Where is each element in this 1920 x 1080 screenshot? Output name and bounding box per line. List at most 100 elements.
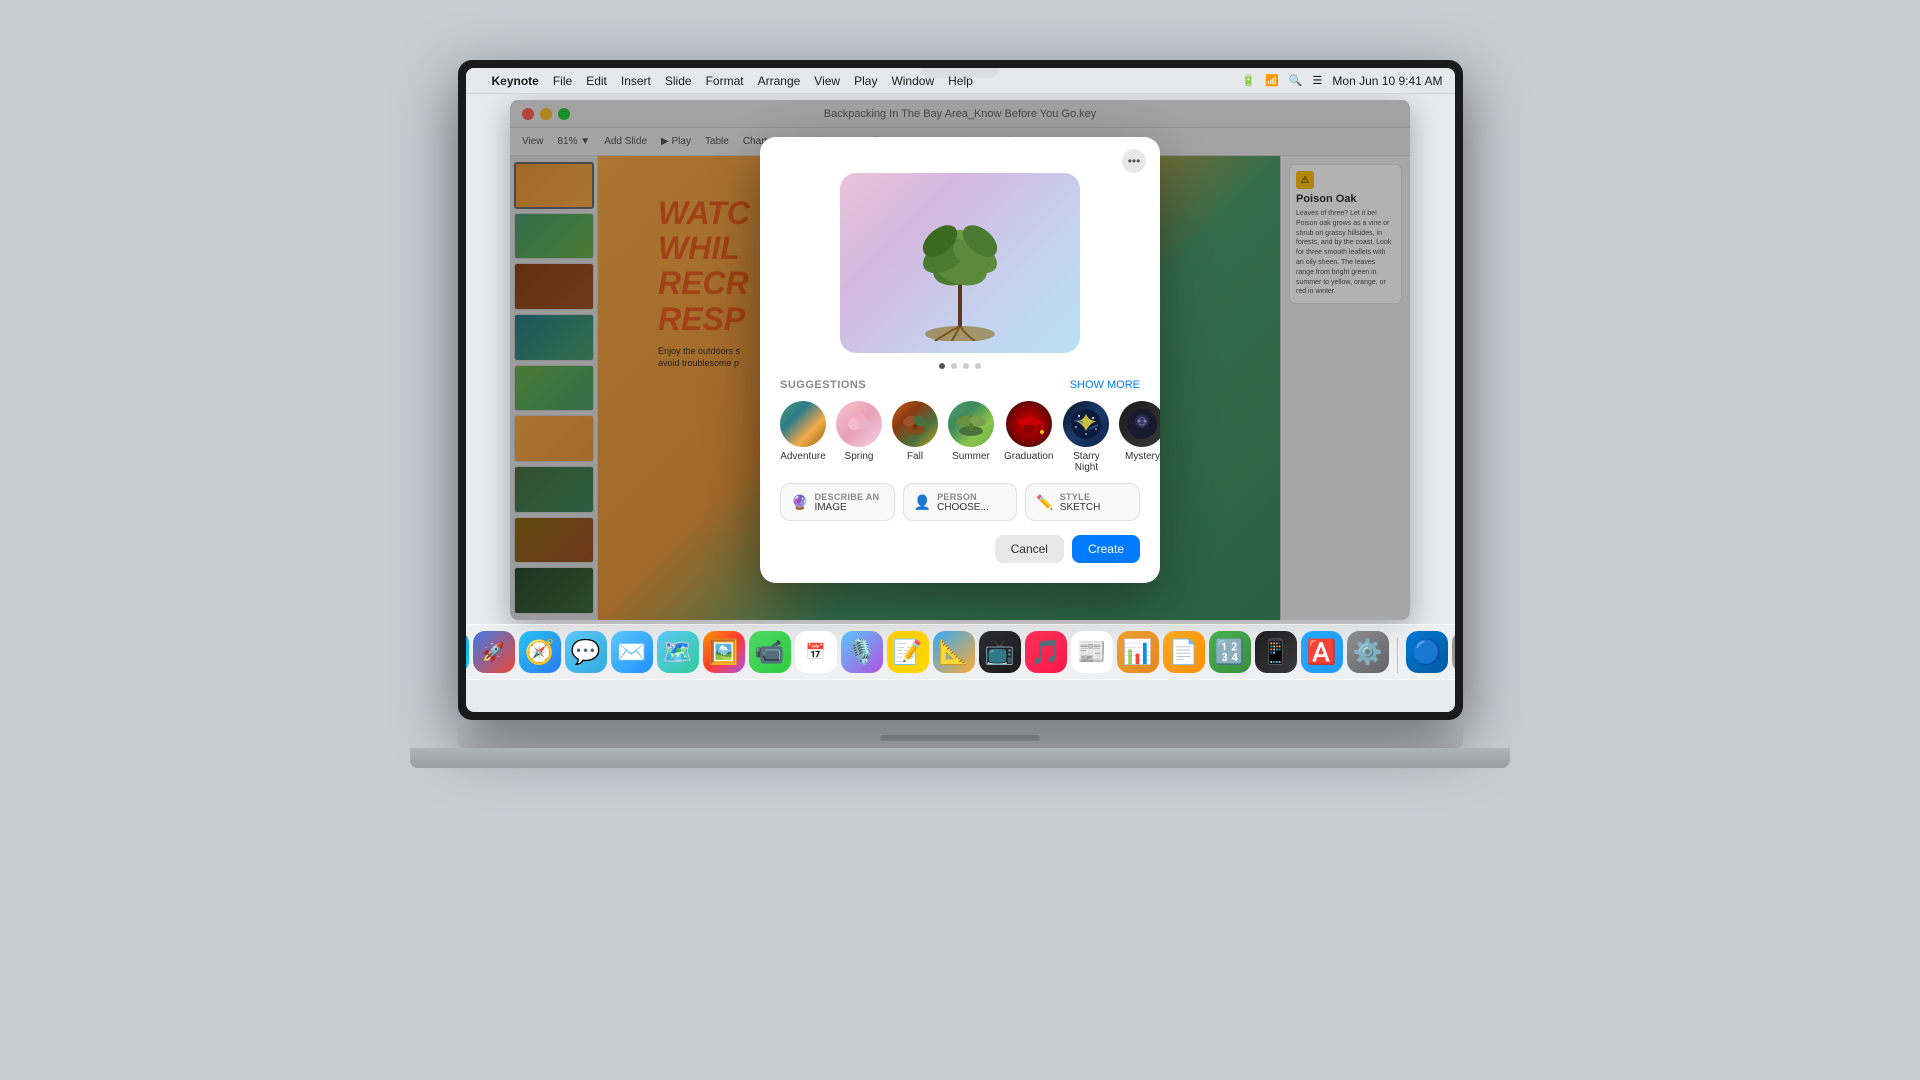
suggestion-starry-night[interactable]: Starry Night (1063, 401, 1109, 473)
suggestion-adventure[interactable]: Adventure (780, 401, 826, 473)
describe-image-icon: 🔮 (791, 494, 808, 511)
dot-3[interactable] (963, 363, 969, 369)
describe-image-option[interactable]: 🔮 DESCRIBE AN IMAGE (780, 483, 895, 521)
suggestion-graduation-icon (1006, 401, 1052, 447)
dock-appstore[interactable]: 🅰️ (1301, 631, 1343, 673)
dot-1[interactable] (939, 363, 945, 369)
menu-play[interactable]: Play (854, 74, 877, 88)
dock-area: 😊 🚀 🧭 💬 ✉️ 🗺️ 🖼️ 📹 📅 🎙️ 📝 📐 📺 🎵 📰 📊 (466, 624, 1455, 692)
search-icon[interactable]: 🔍 (1289, 74, 1303, 87)
dock-proxyman[interactable]: 🔵 (1406, 631, 1448, 673)
describe-image-text: DESCRIBE AN IMAGE (814, 492, 879, 513)
dock-mirror[interactable]: 📱 (1255, 631, 1297, 673)
suggestion-summer-label: Summer (952, 451, 990, 462)
input-options: 🔮 DESCRIBE AN IMAGE 👤 PERSON (760, 473, 1160, 521)
person-choose-icon: 👤 (914, 494, 931, 511)
control-center-icon[interactable]: ☰ (1313, 74, 1323, 87)
image-preview-container (760, 173, 1160, 353)
dot-4[interactable] (975, 363, 981, 369)
app-name[interactable]: Keynote (492, 74, 539, 88)
menu-file[interactable]: File (553, 74, 572, 88)
dock-messages[interactable]: 💬 (565, 631, 607, 673)
suggestion-summer-icon (948, 401, 994, 447)
describe-image-value: IMAGE (814, 502, 879, 513)
menu-bar: Keynote File Edit Insert Slide Format Ar… (466, 68, 1455, 94)
suggestion-starry-night-label: Starry Night (1063, 451, 1109, 473)
dock-system-prefs[interactable]: ⚙️ (1347, 631, 1389, 673)
dock-freeform[interactable]: 📐 (933, 631, 975, 673)
more-options-button[interactable]: ••• (1122, 149, 1146, 173)
dot-2[interactable] (951, 363, 957, 369)
dock-pages[interactable]: 📄 (1163, 631, 1205, 673)
macbook-hinge-notch (880, 735, 1040, 741)
dock-calendar[interactable]: 📅 (795, 631, 837, 673)
dialog-buttons: Cancel Create (760, 521, 1160, 563)
macbook-bottom (458, 720, 1463, 748)
suggestion-starry-night-icon (1063, 401, 1109, 447)
style-option[interactable]: ✏️ STYLE SKETCH (1025, 483, 1140, 521)
suggestions-grid: Adventure (780, 401, 1140, 473)
suggestion-mystery-icon (1119, 401, 1160, 447)
suggestion-fall-label: Fall (907, 451, 923, 462)
dock: 😊 🚀 🧭 💬 ✉️ 🗺️ 🖼️ 📹 📅 🎙️ 📝 📐 📺 🎵 📰 📊 (466, 624, 1455, 680)
suggestion-spring-icon (836, 401, 882, 447)
show-more-button[interactable]: SHOW MORE (1070, 379, 1140, 391)
dock-music[interactable]: 🎵 (1025, 631, 1067, 673)
menu-insert[interactable]: Insert (621, 74, 651, 88)
suggestions-header: SUGGESTIONS SHOW MORE (780, 379, 1140, 391)
dock-trash[interactable]: 🗑️ (1452, 631, 1455, 673)
suggestion-spring-label: Spring (845, 451, 874, 462)
macbook-foot (410, 748, 1510, 768)
ai-image-preview (840, 173, 1080, 353)
style-text: STYLE SKETCH (1060, 492, 1101, 513)
suggestion-fall-icon (892, 401, 938, 447)
person-label: PERSON (937, 492, 989, 502)
dialog-header: ••• (760, 137, 1160, 173)
suggestion-graduation[interactable]: Graduation (1004, 401, 1053, 473)
menu-help[interactable]: Help (948, 74, 973, 88)
suggestion-mystery[interactable]: Mystery (1119, 401, 1160, 473)
battery-icon: 🔋 (1241, 74, 1255, 87)
suggestion-spring[interactable]: Spring (836, 401, 882, 473)
dock-safari[interactable]: 🧭 (519, 631, 561, 673)
describe-image-label: DESCRIBE AN (814, 492, 879, 502)
dock-tv[interactable]: 📺 (979, 631, 1021, 673)
suggestions-section: SUGGESTIONS SHOW MORE Adventure (760, 379, 1160, 473)
menu-window[interactable]: Window (891, 74, 934, 88)
menu-slide[interactable]: Slide (665, 74, 692, 88)
dock-photos[interactable]: 🖼️ (703, 631, 745, 673)
dock-finder[interactable]: 😊 (466, 631, 469, 673)
menu-edit[interactable]: Edit (586, 74, 607, 88)
image-dots-indicator (760, 363, 1160, 369)
dock-facetime[interactable]: 📹 (749, 631, 791, 673)
cancel-button[interactable]: Cancel (995, 535, 1064, 563)
dock-news[interactable]: 📰 (1071, 631, 1113, 673)
suggestion-adventure-icon (780, 401, 826, 447)
screen: Keynote File Edit Insert Slide Format Ar… (466, 68, 1455, 712)
person-choose-option[interactable]: 👤 PERSON CHOOSE... (903, 483, 1018, 521)
suggestions-label: SUGGESTIONS (780, 379, 866, 391)
menu-view[interactable]: View (814, 74, 840, 88)
style-value: SKETCH (1060, 502, 1101, 513)
suggestion-fall[interactable]: Fall (892, 401, 938, 473)
menu-arrange[interactable]: Arrange (758, 74, 801, 88)
ai-dialog: ••• (760, 137, 1160, 583)
create-button[interactable]: Create (1072, 535, 1140, 563)
dock-siri[interactable]: 🎙️ (841, 631, 883, 673)
style-label: STYLE (1060, 492, 1101, 502)
suggestion-summer[interactable]: Summer (948, 401, 994, 473)
wifi-icon: 📶 (1265, 74, 1279, 87)
macbook-frame: Keynote File Edit Insert Slide Format Ar… (410, 60, 1510, 1020)
menu-format[interactable]: Format (706, 74, 744, 88)
suggestion-adventure-label: Adventure (780, 451, 826, 462)
dock-launchpad[interactable]: 🚀 (473, 631, 515, 673)
dock-numbers[interactable]: 🔢 (1209, 631, 1251, 673)
dock-notes[interactable]: 📝 (887, 631, 929, 673)
person-choose-text: PERSON CHOOSE... (937, 492, 989, 513)
dock-maps[interactable]: 🗺️ (657, 631, 699, 673)
dock-mail[interactable]: ✉️ (611, 631, 653, 673)
menu-bar-left: Keynote File Edit Insert Slide Format Ar… (478, 74, 973, 88)
dock-keynote[interactable]: 📊 (1117, 631, 1159, 673)
dialog-overlay: ••• (510, 100, 1410, 620)
suggestion-graduation-label: Graduation (1004, 451, 1053, 462)
